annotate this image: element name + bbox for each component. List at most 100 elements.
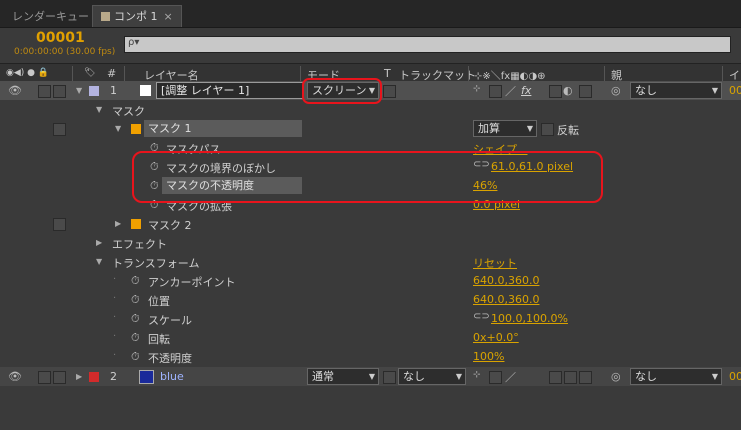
rotation-row[interactable]: · ⏱ 回転 0x+0.0° [0,328,741,347]
keyframe-nav-dots: · [113,312,118,323]
preserve-transparency-switch[interactable] [383,85,396,98]
reset-link[interactable]: リセット [473,255,517,271]
tab-label: レンダーキュー [12,10,89,23]
blend-mode-dropdown[interactable]: 通常 ▼ [307,368,379,385]
layer-name[interactable]: blue [160,370,184,383]
switches-header: ⊹※＼fx▦◐◑⊕ [474,71,546,82]
invert-checkbox[interactable] [541,123,554,136]
stopwatch-icon[interactable]: ⏱ [131,293,140,307]
preserve-transparency-switch[interactable] [383,371,396,384]
shy-icon[interactable]: ⊹ [473,370,481,380]
annotation-highlight-mask-props [132,151,603,203]
collapse-switch[interactable] [489,371,502,384]
property-name: 回転 [148,333,170,346]
lock-switch[interactable] [53,85,66,98]
adjustment-switch[interactable] [564,371,577,384]
collapse-switch[interactable] [489,85,502,98]
stopwatch-icon[interactable]: ⏱ [131,312,140,326]
solo-switch[interactable] [38,85,51,98]
expand-triangle-icon[interactable]: ▼ [96,257,102,266]
stopwatch-icon[interactable]: ⏱ [131,331,140,345]
3d-layer-switch[interactable] [579,85,592,98]
column-number: # [107,67,117,80]
mask-color-swatch[interactable] [131,124,141,134]
mask-lock-switch[interactable] [53,123,66,136]
property-value[interactable]: 0x+0.0° [473,331,519,344]
tab-comp-1[interactable]: コンポ 1 × [92,5,182,27]
property-value[interactable]: 640.0,360.0 [473,293,539,306]
frame-blend-switch[interactable] [549,85,562,98]
transform-label: トランスフォーム [112,257,200,270]
mask-1-label[interactable]: マスク 1 [144,120,302,137]
mask-1-row[interactable]: ▼ マスク 1 加算 ▼ 反転 [0,119,741,138]
opacity-row[interactable]: · ⏱ 不透明度 100% [0,347,741,366]
shy-icon[interactable]: ⊹ [473,84,481,94]
mask-lock-switch[interactable] [53,218,66,231]
eye-icon[interactable]: 👁 [8,370,22,383]
pickwhip-icon[interactable]: ◎ [611,84,621,97]
dropdown-value: なし [403,370,425,383]
current-time-display[interactable]: 00001 [36,30,85,46]
invert-label: 反転 [557,124,579,137]
chevron-down-icon: ▼ [711,372,718,381]
search-icon: ρ▾ [128,37,140,48]
label-color-swatch[interactable] [89,372,99,382]
chevron-down-icon: ▼ [455,372,462,381]
search-input[interactable] [124,36,731,53]
quality-slash-icon[interactable]: ／ [505,83,516,99]
adjustment-layer-icon [140,85,151,96]
pickwhip-icon[interactable]: ◎ [611,370,621,383]
scale-row[interactable]: · ⏱ スケール ⊂⊃ 100.0,100.0% [0,309,741,328]
layer-row-2[interactable]: 👁 ▶ 2 blue 通常 ▼ なし ▼ ⊹ ／ ◎ なし ▼ 00 [0,367,741,386]
label-color-swatch[interactable] [89,86,99,96]
expand-triangle-icon[interactable]: ▼ [115,124,121,133]
expand-triangle-icon[interactable]: ▼ [76,86,82,95]
track-matte-dropdown[interactable]: なし ▼ [398,368,466,385]
property-name: アンカーポイント [148,276,236,289]
column-t: T [384,67,391,80]
chevron-down-icon: ▼ [711,86,718,95]
property-name: 位置 [148,295,170,308]
solo-switch[interactable] [38,371,51,384]
keyframe-nav-dots: · [113,293,118,304]
expand-triangle-icon[interactable]: ▼ [96,105,102,114]
collapsed-triangle-icon[interactable]: ▶ [76,372,82,381]
comp-icon [101,12,110,21]
collapsed-triangle-icon[interactable]: ▶ [96,238,102,247]
property-value[interactable]: 640.0,360.0 [473,274,539,287]
constrain-proportions-icon[interactable]: ⊂⊃ [473,311,490,322]
anchor-point-row[interactable]: · ⏱ アンカーポイント 640.0,360.0 [0,271,741,290]
eye-icon[interactable]: 👁 [8,84,22,97]
parent-dropdown[interactable]: なし ▼ [630,368,722,385]
tab-render-queue[interactable]: レンダーキュー [4,6,97,27]
fx-switch-icon[interactable]: fx [521,84,531,97]
stopwatch-icon[interactable]: ⏱ [131,274,140,288]
mask-mode-dropdown[interactable]: 加算 ▼ [473,120,537,137]
in-point-value: 00 [729,370,741,383]
close-icon[interactable]: × [164,10,173,23]
mask-2-row[interactable]: ▶ マスク 2 [0,214,741,233]
stopwatch-icon[interactable]: ⏱ [131,350,140,364]
property-value[interactable]: 100% [473,350,504,363]
dropdown-value: 加算 [478,122,500,135]
transform-row[interactable]: ▼ トランスフォーム リセット [0,252,741,271]
property-name: 不透明度 [148,352,192,365]
layer-name-field[interactable]: [調整 レイヤー 1] [156,82,304,99]
lock-switch[interactable] [53,371,66,384]
layer-number: 2 [110,370,117,383]
quality-slash-icon[interactable]: ／ [505,369,516,385]
mask-color-swatch[interactable] [131,219,141,229]
adjustment-switch-icon[interactable]: ◐ [563,84,573,97]
3d-layer-switch[interactable] [579,371,592,384]
keyframe-nav-dots: · [113,274,118,285]
annotation-highlight-mode [302,78,382,104]
chevron-down-icon: ▼ [368,372,375,381]
position-row[interactable]: · ⏱ 位置 640.0,360.0 [0,290,741,309]
effects-row[interactable]: ▶ エフェクト [0,233,741,252]
property-value[interactable]: 100.0,100.0% [491,312,568,325]
frame-blend-switch[interactable] [549,371,562,384]
collapsed-triangle-icon[interactable]: ▶ [115,219,121,228]
parent-dropdown[interactable]: なし ▼ [630,82,722,99]
dropdown-value: なし [635,370,657,383]
tab-label: コンポ 1 [114,10,158,23]
